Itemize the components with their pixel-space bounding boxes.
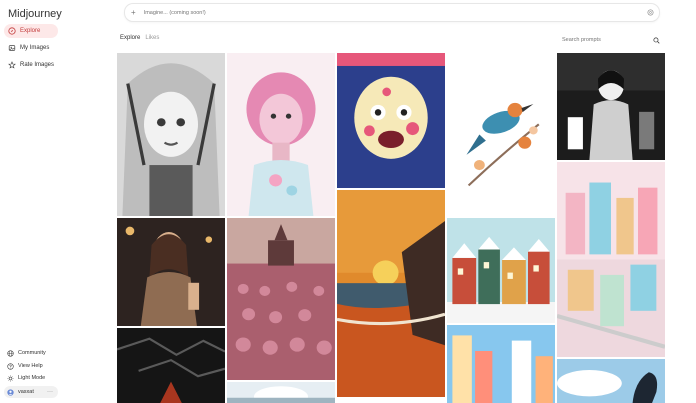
sidebar-item-explore[interactable]: Explore — [4, 24, 58, 38]
search-input[interactable] — [560, 36, 644, 44]
app-title: Midjourney — [8, 8, 62, 20]
horse-sky-image — [557, 359, 665, 403]
star-icon — [8, 61, 16, 69]
tab-explore[interactable]: Explore — [120, 35, 140, 41]
pink-hair-girl-image — [227, 53, 335, 216]
gallery-image-cracked-dark[interactable] — [117, 328, 225, 403]
gallery-image-sunset-beach[interactable] — [337, 190, 445, 397]
snowy-houses-image — [447, 218, 555, 323]
more-options-icon[interactable]: ··· — [47, 389, 53, 395]
sidebar-item-community[interactable]: Community — [4, 347, 46, 359]
sidebar-item-label: Explore — [20, 28, 41, 34]
sidebar-item-light-mode[interactable]: Light Mode — [4, 372, 45, 384]
sidebar-item-label: Community — [18, 350, 46, 356]
colorful-towers-image — [447, 325, 555, 403]
gallery-image-snowy-houses[interactable] — [447, 218, 555, 323]
images-icon — [8, 44, 16, 52]
plus-icon[interactable]: + — [131, 8, 136, 17]
gallery-image-zombie-face[interactable] — [337, 53, 445, 188]
sidebar-item-label: Light Mode — [18, 375, 46, 381]
search-prompts[interactable] — [560, 35, 660, 45]
username: vasxat — [18, 389, 34, 395]
sidebar-item-label: My Images — [20, 45, 50, 51]
avatar — [7, 388, 14, 396]
gallery-image-colorful-towers[interactable] — [447, 325, 555, 403]
gallery-image-snowy-tree[interactable] — [227, 382, 335, 403]
tab-likes[interactable]: Likes — [145, 35, 159, 41]
gallery-image-church-field[interactable] — [227, 218, 335, 380]
bird-branch-image — [447, 53, 555, 216]
gallery-image-horse-sky[interactable] — [557, 359, 665, 403]
gallery-image-sketch-girl[interactable] — [117, 53, 225, 216]
church-field-image — [227, 218, 335, 380]
gallery-tabs: Explore Likes — [120, 35, 159, 41]
user-menu[interactable]: vasxat ··· — [4, 386, 58, 398]
compass-icon — [8, 27, 16, 35]
zombie-face-image — [337, 53, 445, 188]
woman-portrait-image — [117, 218, 225, 326]
sidebar-item-my-images[interactable]: My Images — [4, 41, 104, 55]
prompt-bar[interactable]: + — [124, 3, 660, 22]
gallery-image-pink-hair-girl[interactable] — [227, 53, 335, 216]
settings-icon[interactable] — [647, 9, 654, 16]
cracked-dark-image — [117, 328, 225, 403]
gallery-image-bw-woman[interactable] — [557, 53, 665, 160]
search-icon[interactable] — [653, 36, 660, 44]
sidebar: Midjourney Explore My Images Rate Images… — [0, 0, 108, 403]
sidebar-item-label: View Help — [18, 363, 43, 369]
sidebar-item-rate-images[interactable]: Rate Images — [4, 58, 104, 72]
sunset-beach-image — [337, 190, 445, 397]
gallery-image-woman-portrait[interactable] — [117, 218, 225, 326]
bw-woman-image — [557, 53, 665, 160]
snowy-tree-image — [227, 382, 335, 403]
help-icon — [7, 362, 14, 370]
pastel-city-image — [557, 162, 665, 357]
sketch-girl-image — [117, 53, 225, 216]
sidebar-item-label: Rate Images — [20, 62, 55, 68]
gallery-image-bird-branch[interactable] — [447, 53, 555, 216]
prompt-input[interactable] — [141, 8, 626, 17]
sun-icon — [7, 374, 14, 382]
sidebar-item-view-help[interactable]: View Help — [4, 360, 43, 372]
gallery-image-pastel-city[interactable] — [557, 162, 665, 357]
globe-icon — [7, 349, 14, 357]
